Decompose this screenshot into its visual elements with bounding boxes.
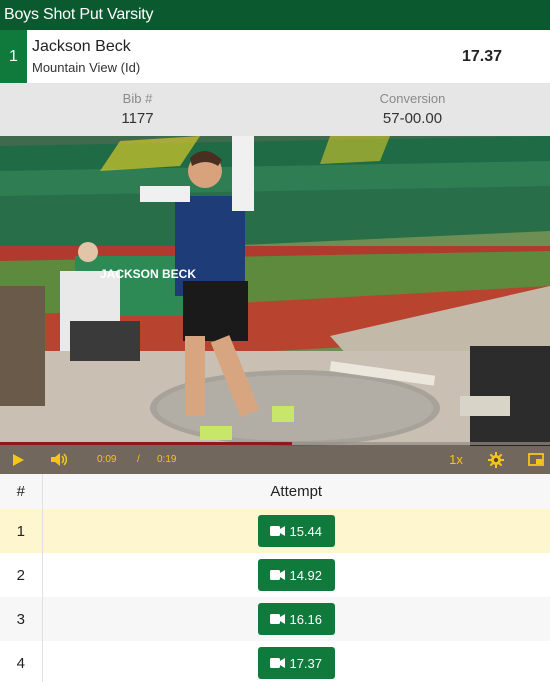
settings-button[interactable] — [486, 445, 506, 474]
attempt-mark: 15.44 — [289, 523, 323, 539]
attempt-mark: 17.37 — [289, 655, 323, 671]
attempt-number: 4 — [0, 641, 43, 682]
table-row: 1 15.44 — [0, 509, 550, 553]
video-camera-icon — [270, 614, 286, 624]
bib-stat: Bib # 1177 — [0, 83, 275, 136]
attempt-video-button[interactable]: 15.44 — [257, 515, 335, 547]
conversion-label: Conversion — [379, 90, 446, 106]
video-camera-icon — [270, 570, 286, 580]
volume-button[interactable] — [48, 445, 70, 474]
current-time: 0:09 — [97, 454, 117, 465]
attempt-number: 3 — [0, 597, 43, 641]
attempt-cell: 16.16 — [42, 597, 550, 641]
attempt-number: 2 — [0, 553, 43, 597]
duration: 0:19 — [157, 454, 177, 465]
best-mark: 17.37 — [462, 47, 503, 65]
athlete-name: Jackson Beck — [32, 37, 131, 55]
event-title: Boys Shot Put Varsity — [4, 6, 154, 23]
progress-fill — [0, 442, 292, 445]
video-player[interactable]: JACKSON BECK 0:09 / 0:19 1x — [0, 136, 550, 474]
attempt-number: 1 — [0, 509, 43, 553]
play-icon — [12, 453, 24, 466]
table-row: 4 17.37 — [0, 641, 550, 682]
place-badge: 1 — [0, 30, 27, 83]
conversion-value: 57-00.00 — [382, 109, 443, 127]
bib-label: Bib # — [122, 90, 153, 106]
attempt-video-button[interactable]: 14.92 — [257, 559, 335, 591]
athlete-row: 1 Jackson Beck Mountain View (Id) 17.37 — [0, 30, 550, 83]
table-header: # Attempt — [0, 474, 550, 509]
attempt-video-button[interactable]: 16.16 — [257, 603, 335, 635]
volume-icon — [51, 453, 67, 466]
athlete-stats: Bib # 1177 Conversion 57-00.00 — [0, 83, 550, 136]
attempts-table: # Attempt 1 15.44 2 14.92 3 16.16 4 17.3… — [0, 474, 550, 682]
picture-in-picture-button[interactable] — [526, 445, 546, 474]
banner-text: JACKSON BECK — [100, 267, 196, 281]
table-row: 2 14.92 — [0, 553, 550, 597]
play-button[interactable] — [8, 445, 28, 474]
conversion-stat: Conversion 57-00.00 — [275, 83, 550, 136]
attempt-cell: 17.37 — [42, 641, 550, 682]
attempt-video-button[interactable]: 17.37 — [257, 647, 335, 679]
attempt-mark: 14.92 — [289, 567, 323, 583]
video-frame: JACKSON BECK — [0, 136, 550, 474]
picture-in-picture-icon — [528, 453, 544, 466]
column-header-attempt: Attempt — [42, 474, 550, 509]
video-controls: 0:09 / 0:19 1x — [0, 442, 550, 474]
column-header-number: # — [0, 474, 43, 509]
attempt-cell: 15.44 — [42, 509, 550, 553]
athlete-info: Jackson Beck Mountain View (Id) — [27, 30, 460, 83]
attempt-mark: 16.16 — [289, 611, 323, 627]
gear-icon — [488, 451, 504, 468]
table-row: 3 16.16 — [0, 597, 550, 641]
event-title-bar: Boys Shot Put Varsity — [0, 0, 550, 30]
video-camera-icon — [270, 658, 286, 668]
athlete-team: Mountain View (Id) — [32, 59, 141, 75]
attempt-cell: 14.92 — [42, 553, 550, 597]
playback-rate-button[interactable]: 1x — [444, 445, 468, 474]
bib-value: 1177 — [121, 109, 154, 127]
time-separator: / — [137, 454, 140, 465]
video-camera-icon — [270, 526, 286, 536]
